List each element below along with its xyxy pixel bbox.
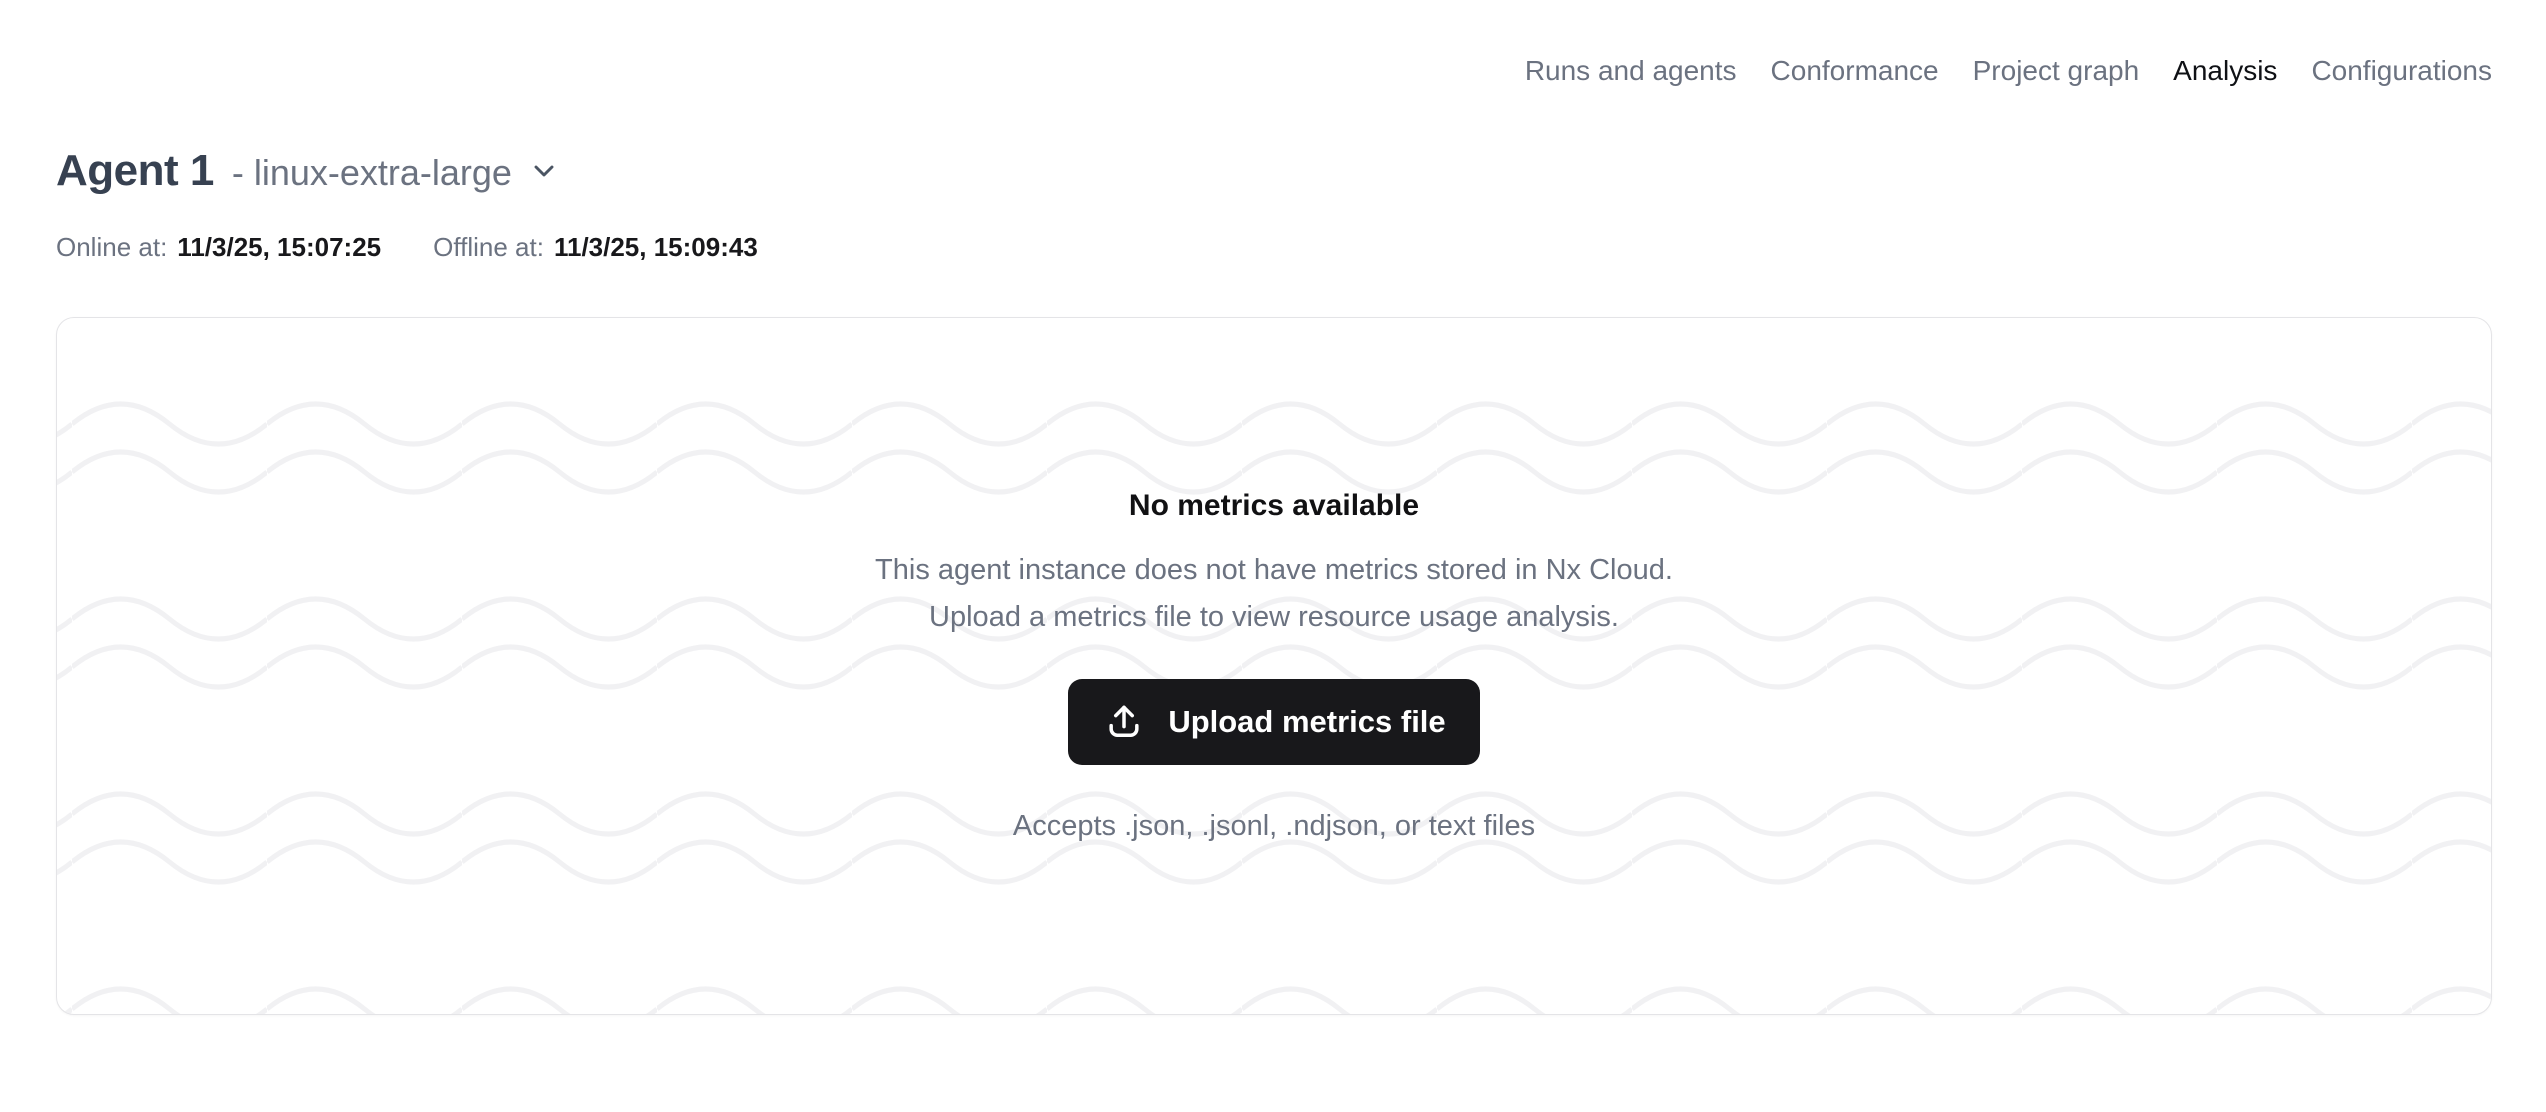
nav-conformance[interactable]: Conformance	[1771, 52, 1939, 90]
agent-selector-dropdown[interactable]	[528, 155, 560, 187]
agent-machine-label: - linux-extra-large	[232, 152, 512, 194]
accepted-file-types: Accepts .json, .jsonl, .ndjson, or text …	[1013, 807, 1535, 845]
page-title: Agent 1	[56, 142, 214, 200]
offline-at-label: Offline at:	[433, 232, 544, 263]
online-at: Online at: 11/3/25, 15:07:25	[56, 232, 381, 263]
metrics-card: No metrics available This agent instance…	[56, 317, 2492, 1015]
chevron-down-icon	[528, 155, 560, 187]
nav-project-graph[interactable]: Project graph	[1973, 52, 2140, 90]
empty-state-description: This agent instance does not have metric…	[875, 547, 1673, 641]
online-at-value: 11/3/25, 15:07:25	[177, 232, 381, 263]
upload-metrics-button[interactable]: Upload metrics file	[1068, 679, 1479, 765]
empty-state-heading: No metrics available	[1129, 487, 1419, 525]
agent-status-row: Online at: 11/3/25, 15:07:25 Offline at:…	[56, 230, 2492, 264]
page: Runs and agents Conformance Project grap…	[0, 0, 2546, 1112]
offline-at: Offline at: 11/3/25, 15:09:43	[433, 232, 758, 263]
upload-icon	[1102, 700, 1146, 744]
agent-title-row: Agent 1 - linux-extra-large	[56, 142, 2492, 200]
offline-at-value: 11/3/25, 15:09:43	[554, 232, 758, 263]
empty-state: No metrics available This agent instance…	[57, 318, 2491, 1014]
top-nav: Runs and agents Conformance Project grap…	[56, 0, 2492, 90]
online-at-label: Online at:	[56, 232, 167, 263]
upload-button-label: Upload metrics file	[1168, 704, 1445, 740]
nav-configurations[interactable]: Configurations	[2311, 52, 2492, 90]
empty-state-description-line2: Upload a metrics file to view resource u…	[875, 594, 1673, 641]
empty-state-description-line1: This agent instance does not have metric…	[875, 547, 1673, 594]
nav-runs-and-agents[interactable]: Runs and agents	[1525, 52, 1737, 90]
nav-analysis[interactable]: Analysis	[2173, 52, 2277, 90]
